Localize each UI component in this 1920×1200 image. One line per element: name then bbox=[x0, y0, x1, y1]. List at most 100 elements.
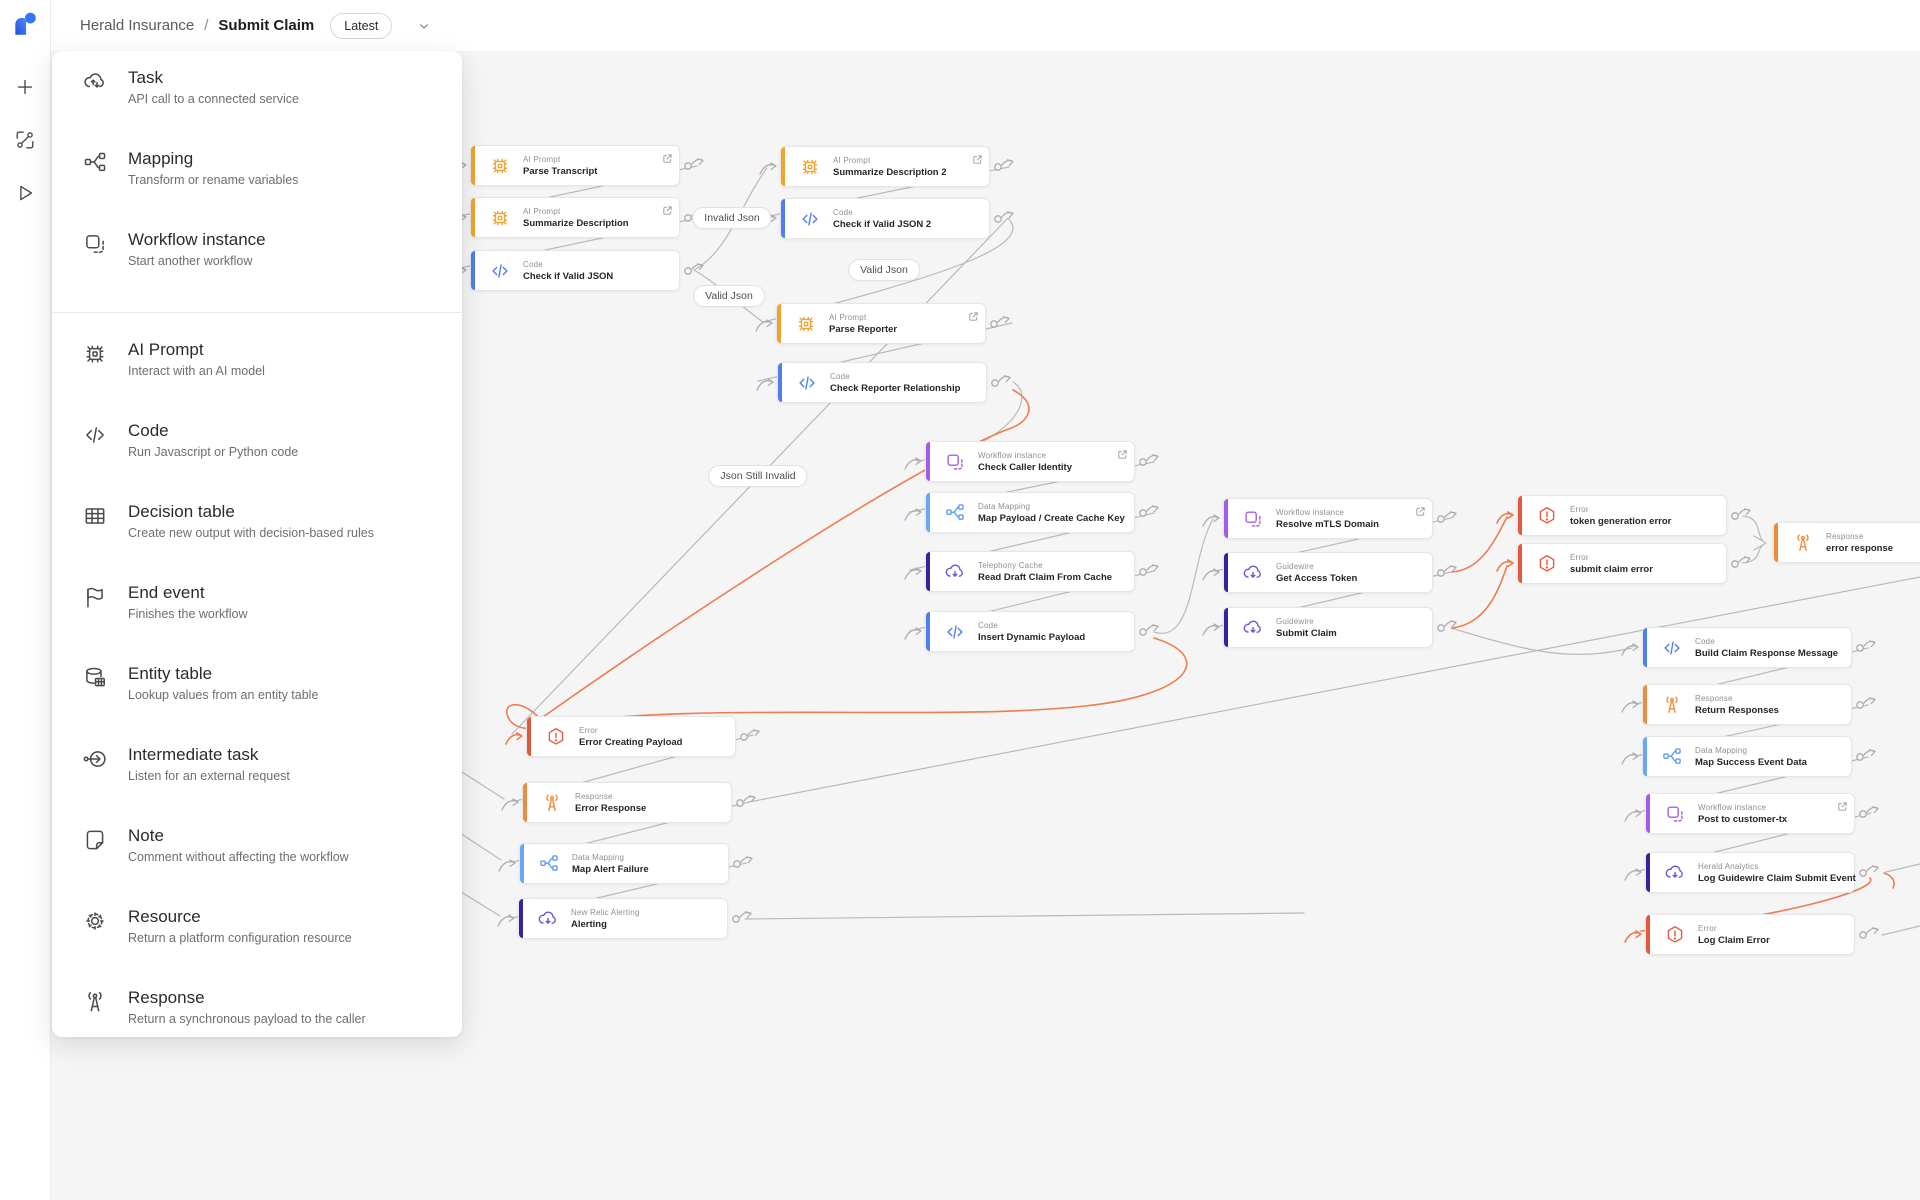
output-connector[interactable] bbox=[1860, 811, 1866, 817]
node-type-label: AI Prompt bbox=[523, 207, 629, 216]
node-get-access-token[interactable]: GuidewireGet Access Token bbox=[1223, 552, 1433, 593]
palette-item-label: End event bbox=[128, 583, 205, 602]
node-title: Alerting bbox=[571, 919, 640, 930]
output-connector[interactable] bbox=[1860, 932, 1866, 938]
add-node-button[interactable] bbox=[12, 74, 38, 100]
output-connector[interactable] bbox=[1857, 754, 1863, 760]
output-connector[interactable] bbox=[1140, 459, 1146, 465]
output-connector[interactable] bbox=[992, 380, 998, 386]
node-token-generation-error[interactable]: Errortoken generation error bbox=[1517, 495, 1727, 536]
node-submit-claim[interactable]: GuidewireSubmit Claim bbox=[1223, 607, 1433, 648]
node-check-caller-identity[interactable]: Workflow instanceCheck Caller Identity bbox=[925, 441, 1135, 482]
palette-item-label: Intermediate task bbox=[128, 745, 258, 764]
palette-item-decision-table[interactable]: Decision tableCreate new output with dec… bbox=[52, 499, 462, 570]
app-rail bbox=[0, 0, 51, 1200]
output-connector[interactable] bbox=[1857, 645, 1863, 651]
external-link-icon[interactable] bbox=[972, 152, 983, 163]
node-title: Error Creating Payload bbox=[579, 737, 682, 748]
palette-item-resource[interactable]: ResourceReturn a platform configuration … bbox=[52, 904, 462, 975]
output-connector[interactable] bbox=[1732, 561, 1738, 567]
output-connector[interactable] bbox=[991, 321, 997, 327]
palette-item-intermediate-task[interactable]: Intermediate taskListen for an external … bbox=[52, 742, 462, 813]
output-connector[interactable] bbox=[734, 861, 740, 867]
node-type-label: AI Prompt bbox=[829, 313, 897, 322]
edge bbox=[1451, 628, 1632, 654]
version-badge[interactable]: Latest bbox=[330, 13, 392, 39]
output-connector[interactable] bbox=[685, 268, 691, 274]
node-alerting[interactable]: New Relic AlertingAlerting bbox=[518, 898, 728, 939]
node-return-responses[interactable]: ResponseReturn Responses bbox=[1642, 684, 1852, 725]
node-build-claim-response-message[interactable]: CodeBuild Claim Response Message bbox=[1642, 627, 1852, 668]
node-error-response-2[interactable]: ResponseError Response bbox=[522, 782, 732, 823]
external-link-icon[interactable] bbox=[662, 151, 673, 162]
output-connector[interactable] bbox=[1140, 510, 1146, 516]
palette-item-label: Entity table bbox=[128, 664, 212, 683]
node-accent-bar bbox=[471, 251, 475, 290]
node-error-response[interactable]: Responseerror response bbox=[1773, 522, 1920, 563]
node-check-if-valid-json-2[interactable]: CodeCheck if Valid JSON 2 bbox=[780, 198, 990, 239]
node-type-label: Code bbox=[1695, 637, 1838, 646]
entity-table-icon bbox=[82, 665, 108, 691]
palette-item-note[interactable]: NoteComment without affecting the workfl… bbox=[52, 823, 462, 894]
output-connector[interactable] bbox=[685, 215, 691, 221]
output-connector[interactable] bbox=[1438, 516, 1444, 522]
node-check-if-valid-json[interactable]: CodeCheck if Valid JSON bbox=[470, 250, 680, 291]
external-link-icon[interactable] bbox=[1415, 504, 1426, 515]
workflows-button[interactable] bbox=[12, 127, 38, 153]
node-parse-reporter[interactable]: AI PromptParse Reporter bbox=[776, 303, 986, 344]
node-check-reporter-relationship[interactable]: CodeCheck Reporter Relationship bbox=[777, 362, 987, 403]
node-error-creating-payload[interactable]: ErrorError Creating Payload bbox=[526, 716, 736, 757]
palette-item-response[interactable]: ResponseReturn a synchronous payload to … bbox=[52, 985, 462, 1037]
output-connector[interactable] bbox=[1140, 629, 1146, 635]
output-connector[interactable] bbox=[995, 164, 1001, 170]
output-connector[interactable] bbox=[1860, 870, 1866, 876]
external-link-icon[interactable] bbox=[1117, 447, 1128, 458]
node-summarize-description[interactable]: AI PromptSummarize Description bbox=[470, 197, 680, 238]
node-map-success-event-data[interactable]: Data MappingMap Success Event Data bbox=[1642, 736, 1852, 777]
node-insert-dynamic-payload[interactable]: CodeInsert Dynamic Payload bbox=[925, 611, 1135, 652]
node-read-draft-claim-from-cache[interactable]: Telephony CacheRead Draft Claim From Cac… bbox=[925, 551, 1135, 592]
node-post-to-customer-tx[interactable]: Workflow instancePost to customer-tx bbox=[1645, 793, 1855, 834]
edge bbox=[1867, 807, 1878, 813]
palette-item-ai-prompt[interactable]: AI PromptInteract with an AI model bbox=[52, 337, 462, 408]
output-connector[interactable] bbox=[1732, 513, 1738, 519]
node-log-claim-error[interactable]: ErrorLog Claim Error bbox=[1645, 914, 1855, 955]
node-log-guidewire-claim-submit-event[interactable]: Herald AnalyticsLog Guidewire Claim Subm… bbox=[1645, 852, 1855, 893]
output-connector[interactable] bbox=[1140, 569, 1146, 575]
node-submit-claim-error[interactable]: Errorsubmit claim error bbox=[1517, 543, 1727, 584]
node-accent-bar bbox=[1643, 685, 1647, 724]
output-connector[interactable] bbox=[685, 163, 691, 169]
node-resolve-mtls-domain[interactable]: Workflow instanceResolve mTLS Domain bbox=[1223, 498, 1433, 539]
palette-item-code[interactable]: CodeRun Javascript or Python code bbox=[52, 418, 462, 489]
output-connector[interactable] bbox=[1438, 570, 1444, 576]
edge bbox=[1147, 565, 1158, 571]
external-link-icon[interactable] bbox=[1837, 799, 1848, 810]
error-hexagon-icon bbox=[1664, 924, 1686, 946]
output-connector[interactable] bbox=[995, 216, 1001, 222]
palette-item-entity-table[interactable]: Entity tableLookup values from an entity… bbox=[52, 661, 462, 732]
output-connector[interactable] bbox=[741, 734, 747, 740]
run-workflow-button[interactable] bbox=[12, 180, 38, 206]
node-map-payload-create-cache-key[interactable]: Data MappingMap Payload / Create Cache K… bbox=[925, 492, 1135, 533]
breadcrumb-workspace[interactable]: Herald Insurance bbox=[80, 17, 194, 34]
app-logo-icon[interactable] bbox=[11, 10, 39, 38]
output-connector[interactable] bbox=[733, 916, 739, 922]
node-title: Map Alert Failure bbox=[572, 864, 649, 875]
output-connector[interactable] bbox=[737, 800, 743, 806]
palette-item-task[interactable]: TaskAPI call to a connected service bbox=[52, 65, 462, 136]
palette-item-workflow-instance[interactable]: Workflow instanceStart another workflow bbox=[52, 227, 462, 298]
external-link-icon[interactable] bbox=[662, 203, 673, 214]
palette-item-mapping[interactable]: MappingTransform or rename variables bbox=[52, 146, 462, 217]
external-link-icon[interactable] bbox=[968, 309, 979, 320]
edge bbox=[905, 568, 921, 579]
chevron-down-icon[interactable] bbox=[416, 18, 432, 34]
node-map-alert-failure[interactable]: Data MappingMap Alert Failure bbox=[519, 843, 729, 884]
edge bbox=[745, 913, 1304, 919]
output-connector[interactable] bbox=[1438, 625, 1444, 631]
node-parse-transcript[interactable]: AI PromptParse Transcript bbox=[470, 145, 680, 186]
node-summarize-description-2[interactable]: AI PromptSummarize Description 2 bbox=[780, 146, 990, 187]
palette-item-end-event[interactable]: End eventFinishes the workflow bbox=[52, 580, 462, 651]
palette-item-description: API call to a connected service bbox=[128, 92, 299, 106]
output-connector[interactable] bbox=[1857, 702, 1863, 708]
node-title: Log Claim Error bbox=[1698, 935, 1770, 946]
